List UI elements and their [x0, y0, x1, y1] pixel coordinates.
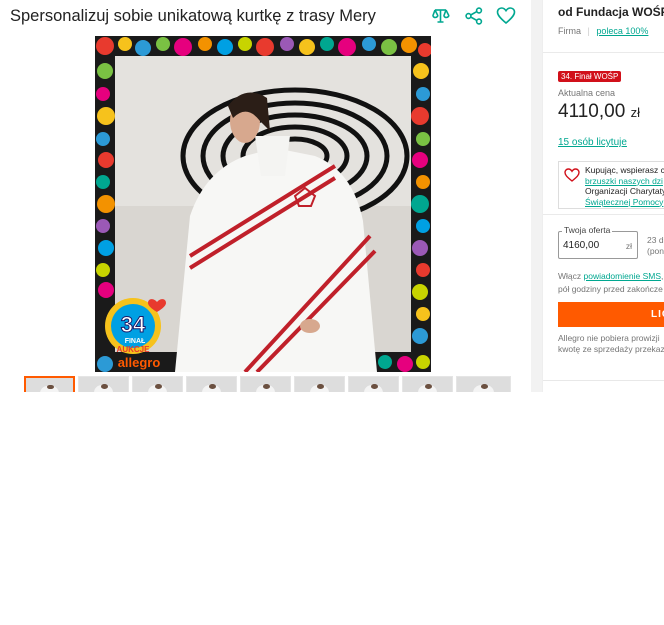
charity-box: Kupując, wspierasz c brzuszki naszych dz…: [558, 161, 664, 209]
price-currency: zł: [630, 105, 640, 120]
charity-link[interactable]: brzuszki naszych dzi: [585, 176, 664, 187]
offer-note: 23 d (pon: [647, 235, 664, 256]
purchase-panel: od Fundacja WOŚP Firma | poleca 100% 34.…: [542, 0, 664, 392]
offer-label: Twoja oferta: [562, 225, 613, 235]
charity-text: Kupując, wspierasz c brzuszki naszych dz…: [585, 165, 664, 207]
wosp-badge: 34. Finał WOŚP: [558, 71, 622, 82]
sms-link[interactable]: powiadomienie SMS: [584, 271, 661, 281]
photo-badge-number: 34: [121, 312, 146, 337]
photo-badge-brand: allegro: [118, 355, 161, 370]
next-card: [543, 380, 664, 392]
fee-notice: Allegro nie pobiera prowizji kwotę ze sp…: [558, 333, 664, 355]
thumbnail[interactable]: [294, 376, 345, 392]
thumbnail[interactable]: [186, 376, 237, 392]
listing-main: Spersonalizuj sobie unikatową kurtkę z t…: [0, 0, 520, 392]
charity-line: Organizacji Charytaty: [585, 186, 664, 196]
offer-input[interactable]: Twoja oferta 4160,00 zł: [558, 225, 638, 259]
price-label: Aktualna cena: [558, 88, 616, 98]
thumbnail[interactable]: [240, 376, 291, 392]
heart-icon[interactable]: [496, 6, 516, 26]
price-value: 4110,00: [558, 101, 626, 122]
seller-type: Firma: [558, 26, 581, 36]
title-actions: [432, 6, 516, 26]
offer-currency: zł: [625, 241, 632, 251]
fee-line: kwotę ze sprzedaży przekaz: [558, 344, 664, 354]
sms-suffix: ,: [660, 271, 664, 281]
seller-recommend-link[interactable]: poleca 100%: [596, 26, 648, 36]
charity-link[interactable]: Świątecznej Pomocy: [585, 197, 664, 208]
sms-line: pół godziny przed zakończe: [558, 284, 663, 294]
thumbnail[interactable]: [132, 376, 183, 392]
divider: [543, 214, 664, 215]
current-price: 4110,00 zł: [558, 101, 640, 123]
product-photo[interactable]: 34 FINAŁ AUKCJE allegro: [95, 36, 431, 372]
compare-icon[interactable]: [432, 6, 452, 26]
photo-badge-text1: FINAŁ: [125, 338, 146, 345]
seller-name[interactable]: od Fundacja WOŚP: [558, 5, 664, 19]
photo-badge-text2: AUKCJE: [117, 345, 151, 354]
sms-notice: Włącz powiadomienie SMS, pół godziny prz…: [558, 270, 663, 296]
seller-info: Firma | poleca 100%: [558, 26, 649, 36]
offer-title: Spersonalizuj sobie unikatową kurtkę z t…: [10, 7, 376, 25]
thumbnail[interactable]: [348, 376, 399, 392]
share-icon[interactable]: [464, 6, 484, 26]
thumbnail-strip: [24, 376, 511, 392]
offer-value: 4160,00: [563, 240, 600, 251]
charity-heart-icon: [564, 168, 580, 182]
sms-prefix: Włącz: [558, 271, 584, 281]
column-gap: [531, 0, 542, 392]
divider: [543, 52, 664, 53]
offer-note-line: (pon: [647, 245, 664, 256]
thumbnail[interactable]: [24, 376, 75, 392]
thumbnail[interactable]: [402, 376, 453, 392]
fee-line: Allegro nie pobiera prowizji: [558, 333, 660, 343]
bidders-link[interactable]: 15 osób licytuje: [558, 137, 627, 148]
charity-line: Kupując, wspierasz c: [585, 165, 664, 175]
offer-note-line: 23 d: [647, 235, 664, 245]
thumbnail[interactable]: [78, 376, 129, 392]
bid-button[interactable]: LIC: [558, 302, 664, 327]
thumbnail[interactable]: [456, 376, 511, 392]
